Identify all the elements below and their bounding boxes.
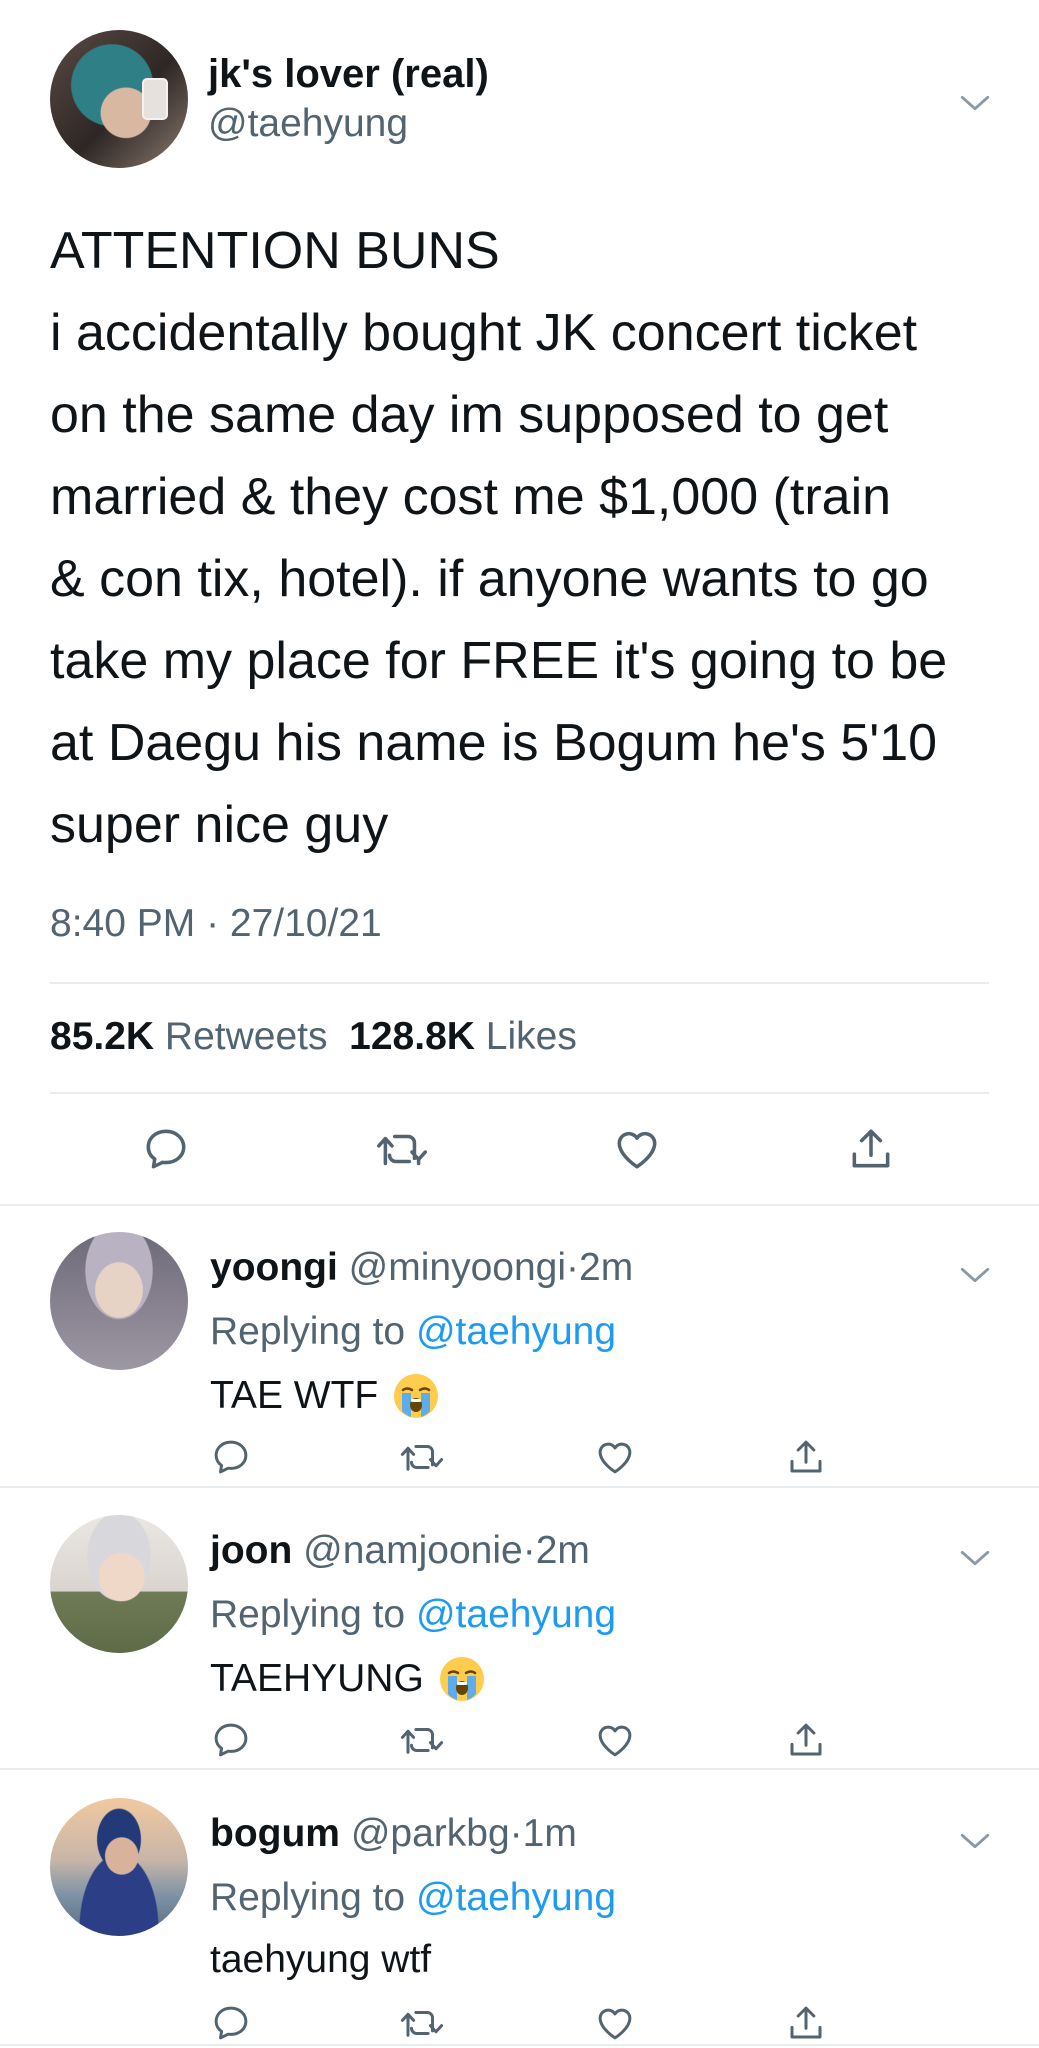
avatar[interactable]: [50, 1515, 188, 1653]
user-handle[interactable]: @parkbg: [351, 1812, 510, 1855]
mention-link[interactable]: @taehyung: [416, 1876, 616, 1919]
avatar[interactable]: [50, 1798, 188, 1936]
loudly-crying-face-icon: [392, 1372, 440, 1420]
heart-icon[interactable]: [594, 1719, 636, 1761]
reply-icon[interactable]: [210, 1436, 252, 1478]
retweets-count[interactable]: 85.2K: [50, 1015, 154, 1058]
tweet-text-line: i accidentally bought JK concert ticket: [50, 304, 918, 362]
likes-count[interactable]: 128.8K: [349, 1015, 475, 1058]
reply-header: yoongi @minyoongi·2m: [210, 1246, 633, 1290]
replying-prefix: Replying to: [210, 1593, 406, 1636]
reply-text-content: taehyung wtf: [210, 1938, 432, 1981]
tweet-text: ATTENTION BUNS i accidentally bought JK …: [50, 210, 1010, 866]
display-name[interactable]: jk's lover (real): [208, 52, 489, 97]
avatar[interactable]: [50, 30, 188, 168]
divider: [0, 1204, 1039, 1206]
divider: [0, 2044, 1039, 2046]
tweet-stats: 85.2K Retweets 128.8K Likes: [50, 1015, 577, 1059]
divider: [0, 1768, 1039, 1770]
reply-icon[interactable]: [210, 2002, 252, 2044]
retweet-icon[interactable]: [399, 2002, 445, 2044]
replying-prefix: Replying to: [210, 1876, 406, 1919]
likes-label[interactable]: Likes: [486, 1015, 577, 1058]
divider: [0, 1486, 1039, 1488]
tweet-text-line: at Daegu his name is Bogum he's 5'10: [50, 714, 938, 772]
user-handle[interactable]: @taehyung: [208, 102, 408, 146]
reply-time[interactable]: 1m: [523, 1812, 577, 1855]
reply-text: TAE WTF: [210, 1372, 440, 1420]
main-tweet: jk's lover (real) @taehyung ATTENTION BU…: [0, 0, 1039, 1204]
tweet-actions: [0, 1120, 1039, 1180]
share-icon[interactable]: [785, 1719, 827, 1761]
tweet-text-line: super nice guy: [50, 796, 389, 854]
heart-icon[interactable]: [594, 1436, 636, 1478]
separator: ·: [566, 1246, 580, 1289]
reply-tweet[interactable]: yoongi @minyoongi·2m Replying to @taehyu…: [0, 1222, 1039, 1505]
reply-tweet[interactable]: joon @namjoonie·2m Replying to @taehyung…: [0, 1505, 1039, 1788]
chevron-down-icon[interactable]: [958, 1258, 992, 1292]
reply-text-content: TAE WTF: [210, 1374, 379, 1417]
divider: [50, 1092, 989, 1094]
reply-text: taehyung wtf: [210, 1938, 431, 1982]
avatar[interactable]: [50, 1232, 188, 1370]
reply-text-content: TAEHYUNG: [210, 1657, 424, 1700]
retweet-icon[interactable]: [399, 1436, 445, 1478]
reply-icon[interactable]: [141, 1124, 191, 1174]
reply-time[interactable]: 2m: [536, 1529, 590, 1572]
retweets-label[interactable]: Retweets: [165, 1015, 328, 1058]
chevron-down-icon[interactable]: [958, 1824, 992, 1858]
user-handle[interactable]: @namjoonie: [303, 1529, 523, 1572]
separator: ·: [509, 1812, 523, 1855]
retweet-icon[interactable]: [375, 1124, 429, 1174]
tweet-text-line: married & they cost me $1,000 (train: [50, 468, 892, 526]
chevron-down-icon[interactable]: [958, 1541, 992, 1575]
reply-text: TAEHYUNG: [210, 1655, 486, 1703]
tweet-text-line: take my place for FREE it's going to be: [50, 632, 948, 690]
heart-icon[interactable]: [594, 2002, 636, 2044]
mention-link[interactable]: @taehyung: [416, 1310, 616, 1353]
share-icon[interactable]: [785, 2002, 827, 2044]
share-icon[interactable]: [846, 1124, 896, 1174]
mention-link[interactable]: @taehyung: [416, 1593, 616, 1636]
tweet-text-line: & con tix, hotel). if anyone wants to go: [50, 550, 929, 608]
reply-header: bogum @parkbg·1m: [210, 1812, 577, 1856]
replying-to: Replying to @taehyung: [210, 1876, 616, 1920]
display-name[interactable]: joon: [210, 1529, 292, 1572]
separator: ·: [522, 1529, 536, 1572]
heart-icon[interactable]: [612, 1124, 662, 1174]
reply-time[interactable]: 2m: [579, 1246, 633, 1289]
display-name[interactable]: bogum: [210, 1812, 340, 1855]
reply-actions: [0, 1436, 1039, 1486]
reply-tweet[interactable]: bogum @parkbg·1m Replying to @taehyung t…: [0, 1788, 1039, 2048]
phone-graphic: [142, 78, 168, 120]
reply-header: joon @namjoonie·2m: [210, 1529, 590, 1573]
tweet-text-line: on the same day im supposed to get: [50, 386, 889, 444]
user-handle[interactable]: @minyoongi: [349, 1246, 566, 1289]
loudly-crying-face-icon: [438, 1655, 486, 1703]
chevron-down-icon[interactable]: [958, 86, 992, 120]
tweet-timestamp[interactable]: 8:40 PM · 27/10/21: [50, 902, 382, 946]
tweet-text-line: ATTENTION BUNS: [50, 222, 500, 280]
share-icon[interactable]: [785, 1436, 827, 1478]
display-name[interactable]: yoongi: [210, 1246, 338, 1289]
reply-icon[interactable]: [210, 1719, 252, 1761]
divider: [50, 982, 989, 984]
replying-to: Replying to @taehyung: [210, 1310, 616, 1354]
reply-actions: [0, 1719, 1039, 1769]
replying-prefix: Replying to: [210, 1310, 406, 1353]
replying-to: Replying to @taehyung: [210, 1593, 616, 1637]
retweet-icon[interactable]: [399, 1719, 445, 1761]
reply-actions: [0, 2002, 1039, 2048]
